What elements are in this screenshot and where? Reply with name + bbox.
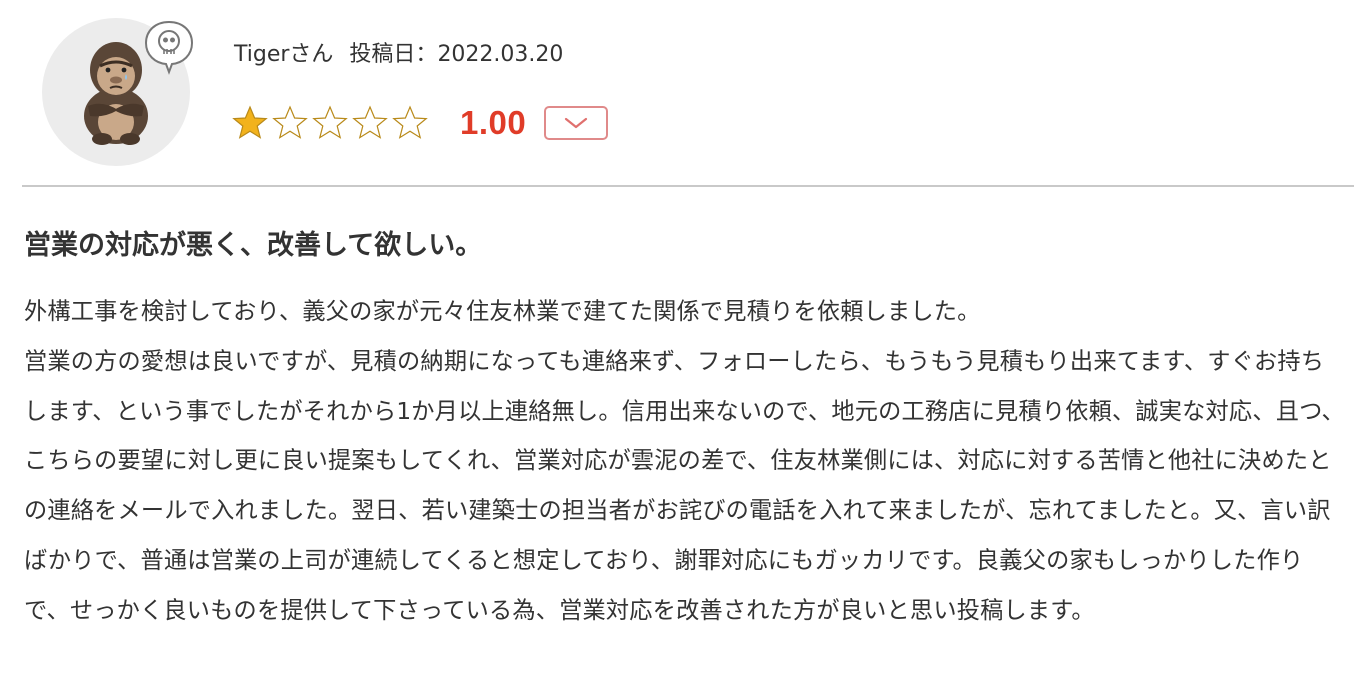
star-empty-icon <box>312 105 348 139</box>
star-empty-icon <box>272 105 308 139</box>
skull-icon <box>144 20 194 75</box>
reviewer-name: Tigerさん <box>234 42 334 67</box>
star-empty-icon <box>392 105 428 139</box>
review-title: 営業の対応が悪く、改善して欲しい。 <box>24 230 483 261</box>
rating-row: 1.00 <box>230 100 609 146</box>
star-rating <box>230 103 430 143</box>
expand-rating-button[interactable] <box>544 106 609 140</box>
review-body: 外構工事を検討しており、義父の家が元々住友林業で建てた関係で見積りを依頼しました… <box>24 287 1346 636</box>
star-empty-icon <box>352 105 388 139</box>
posted-date: 2022.03.20 <box>437 42 564 67</box>
star-filled-icon <box>232 105 268 139</box>
review-header: Tigerさん 投稿日：2022.03.20 1.00 <box>0 0 1370 186</box>
divider <box>22 185 1354 187</box>
rating-score: 1.00 <box>460 104 527 141</box>
reviewer-meta: Tigerさん 投稿日：2022.03.20 <box>234 40 563 70</box>
chevron-down-icon <box>565 117 588 129</box>
review-paragraph: 外構工事を検討しており、義父の家が元々住友林業で建てた関係で見積りを依頼しました… <box>24 298 981 325</box>
review-paragraph: 営業の方の愛想は良いですが、見積の納期になっても連絡来ず、フォローしたら、もうも… <box>24 347 1345 624</box>
posted-label: 投稿日： <box>349 42 438 67</box>
